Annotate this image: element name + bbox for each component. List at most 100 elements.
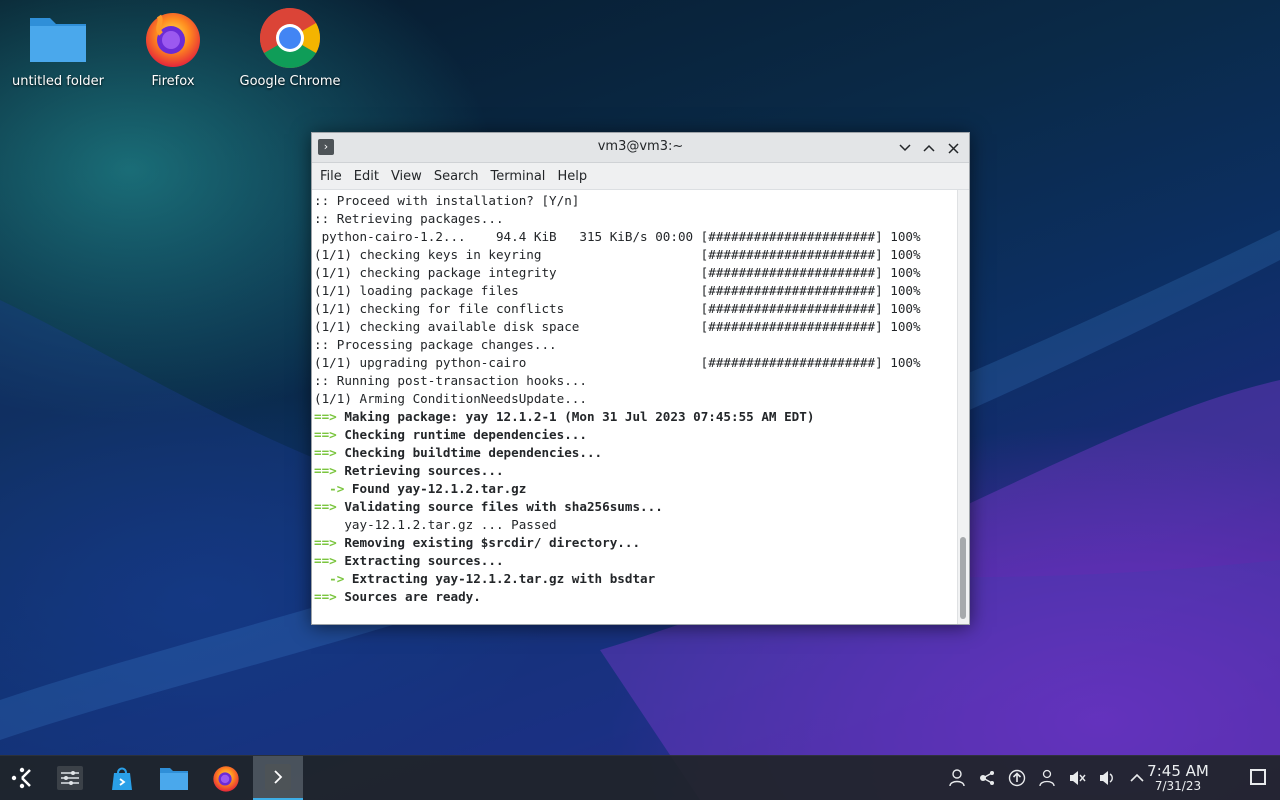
terminal-line-text: :: Processing package changes... xyxy=(314,337,557,352)
menu-search[interactable]: Search xyxy=(428,169,485,184)
close-button[interactable] xyxy=(943,138,963,158)
terminal-line-text: Retrieving sources... xyxy=(336,463,504,478)
dolphin-folder-icon xyxy=(160,768,188,790)
terminal-line-text: Making package: yay 12.1.2-1 (Mon 31 Jul… xyxy=(336,409,815,424)
terminal-line: (1/1) upgrading python-cairo [##########… xyxy=(314,354,958,372)
desktop-icon-firefox[interactable]: Firefox xyxy=(115,6,231,89)
terminal-line: -> Extracting yay-12.1.2.tar.gz with bsd… xyxy=(314,570,958,588)
menu-file[interactable]: File xyxy=(314,169,348,184)
window-title: vm3@vm3:~ xyxy=(597,139,684,154)
terminal-line: ==> Removing existing $srcdir/ directory… xyxy=(314,534,958,552)
terminal-line-text: Found yay-12.1.2.tar.gz xyxy=(344,481,527,496)
terminal-window[interactable]: › vm3@vm3:~ File Edit View Search Termin… xyxy=(311,132,970,625)
terminal-line-prefix: ==> xyxy=(314,463,337,478)
terminal-line-prefix: ==> xyxy=(314,445,337,460)
terminal-line: ==> Checking runtime dependencies... xyxy=(314,426,958,444)
terminal-output[interactable]: :: Proceed with installation? [Y/n]:: Re… xyxy=(312,190,958,624)
maximize-button[interactable] xyxy=(919,138,939,158)
clock-time: 7:45 AM xyxy=(1147,762,1209,780)
terminal-line: :: Running post-transaction hooks... xyxy=(314,372,958,390)
chrome-icon xyxy=(258,6,322,70)
terminal-line-text: (1/1) loading package files [###########… xyxy=(314,283,921,298)
terminal-line: (1/1) loading package files [###########… xyxy=(314,282,958,300)
terminal-line-prefix: ==> xyxy=(314,499,337,514)
terminal-line-prefix: -> xyxy=(314,481,345,496)
terminal-line-text: yay-12.1.2.tar.gz ... Passed xyxy=(314,517,557,532)
volume-icon[interactable] xyxy=(1094,766,1120,790)
taskbar-dolphin[interactable] xyxy=(152,756,196,800)
digital-clock[interactable]: 7:45 AM 7/31/23 xyxy=(1138,763,1218,794)
menu-bar: File Edit View Search Terminal Help xyxy=(312,163,969,190)
menu-terminal[interactable]: Terminal xyxy=(484,169,551,184)
terminal-line: (1/1) checking keys in keyring [########… xyxy=(314,246,958,264)
application-launcher-icon xyxy=(11,767,31,789)
terminal-line: yay-12.1.2.tar.gz ... Passed xyxy=(314,516,958,534)
terminal-line-text: Sources are ready. xyxy=(336,589,481,604)
menu-help[interactable]: Help xyxy=(551,169,593,184)
terminal-line: ==> Sources are ready. xyxy=(314,588,958,606)
desktop-icon-label: untitled folder xyxy=(11,74,104,89)
discover-store-icon xyxy=(112,767,132,790)
system-settings-icon xyxy=(57,766,83,790)
terminal-line-text: Removing existing $srcdir/ directory... xyxy=(336,535,641,550)
terminal-line-text: Validating source files with sha256sums.… xyxy=(336,499,663,514)
terminal-line: :: Processing package changes... xyxy=(314,336,958,354)
terminal-line-text: (1/1) upgrading python-cairo [##########… xyxy=(314,355,921,370)
terminal-line: ==> Extracting sources... xyxy=(314,552,958,570)
menu-view[interactable]: View xyxy=(385,169,428,184)
firefox-icon xyxy=(141,6,205,70)
taskbar-firefox[interactable] xyxy=(204,756,248,800)
terminal-line: (1/1) checking for file conflicts [#####… xyxy=(314,300,958,318)
konsole-terminal-icon xyxy=(265,764,291,790)
updates-icon[interactable] xyxy=(1004,766,1030,790)
terminal-line: python-cairo-1.2... 94.4 KiB 315 KiB/s 0… xyxy=(314,228,958,246)
terminal-line: ==> Checking buildtime dependencies... xyxy=(314,444,958,462)
chevron-up-icon xyxy=(923,144,935,152)
terminal-line-text: :: Running post-transaction hooks... xyxy=(314,373,587,388)
desktop-icon-google-chrome[interactable]: Google Chrome xyxy=(232,6,348,89)
application-launcher-button[interactable] xyxy=(0,756,44,800)
terminal-line-text: (1/1) checking package integrity [######… xyxy=(314,265,921,280)
terminal-line-prefix: ==> xyxy=(314,409,337,424)
terminal-line: (1/1) checking package integrity [######… xyxy=(314,264,958,282)
show-desktop-button[interactable] xyxy=(1250,769,1266,785)
terminal-line-prefix: ==> xyxy=(314,535,337,550)
terminal-line: :: Proceed with installation? [Y/n] xyxy=(314,192,958,210)
terminal-line-text: (1/1) Arming ConditionNeedsUpdate... xyxy=(314,391,587,406)
terminal-line: ==> Retrieving sources... xyxy=(314,462,958,480)
terminal-line-text: (1/1) checking available disk space [###… xyxy=(314,319,921,334)
terminal-line-prefix: ==> xyxy=(314,427,337,442)
firefox-icon xyxy=(213,766,239,792)
terminal-line-text: Extracting sources... xyxy=(336,553,504,568)
terminal-line: ==> Validating source files with sha256s… xyxy=(314,498,958,516)
taskbar-konsole[interactable] xyxy=(253,756,303,800)
speaker-muted-icon[interactable] xyxy=(1064,766,1090,790)
taskbar-discover[interactable] xyxy=(100,756,144,800)
terminal-line-text: :: Proceed with installation? [Y/n] xyxy=(314,193,580,208)
terminal-line-text: (1/1) checking keys in keyring [########… xyxy=(314,247,921,262)
terminal-line: ==> Making package: yay 12.1.2-1 (Mon 31… xyxy=(314,408,958,426)
terminal-line: (1/1) checking available disk space [###… xyxy=(314,318,958,336)
desktop-icon-label: Google Chrome xyxy=(239,74,341,89)
user-icon[interactable] xyxy=(944,766,970,790)
minimize-button[interactable] xyxy=(895,138,915,158)
taskbar-system-settings[interactable] xyxy=(48,756,92,800)
terminal-line-text: Extracting yay-12.1.2.tar.gz with bsdtar xyxy=(344,571,656,586)
desktop-icon-label: Firefox xyxy=(151,74,195,89)
folder-icon xyxy=(26,6,90,70)
terminal-line-text: Checking buildtime dependencies... xyxy=(336,445,603,460)
terminal-line-prefix: ==> xyxy=(314,553,337,568)
taskbar: 7:45 AM 7/31/23 xyxy=(0,755,1280,800)
terminal-line-text: Checking runtime dependencies... xyxy=(336,427,587,442)
terminal-line-prefix: -> xyxy=(314,571,345,586)
users-icon[interactable] xyxy=(1034,766,1060,790)
clock-date: 7/31/23 xyxy=(1154,779,1202,793)
terminal-line-text: python-cairo-1.2... 94.4 KiB 315 KiB/s 0… xyxy=(314,229,921,244)
menu-edit[interactable]: Edit xyxy=(348,169,385,184)
window-titlebar[interactable]: › vm3@vm3:~ xyxy=(312,133,969,163)
kde-connect-icon[interactable] xyxy=(974,766,1000,790)
scrollbar-thumb[interactable] xyxy=(960,537,966,619)
terminal-line-text: (1/1) checking for file conflicts [#####… xyxy=(314,301,921,316)
terminal-scrollbar[interactable] xyxy=(957,190,969,624)
desktop-icon-untitled-folder[interactable]: untitled folder xyxy=(0,6,116,89)
